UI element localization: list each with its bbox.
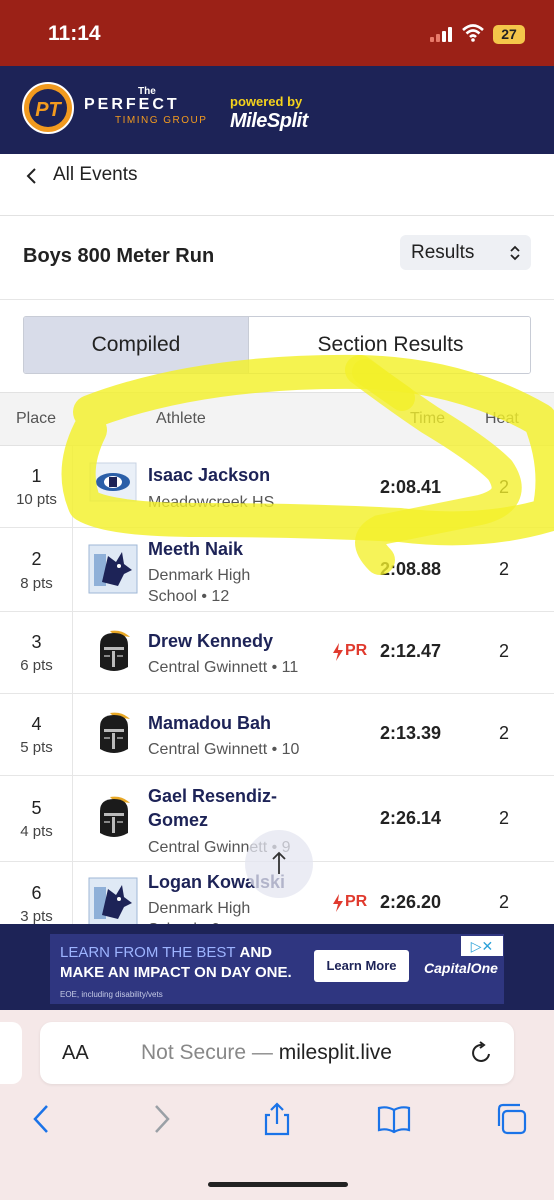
athlete-school: Denmark High — [148, 900, 251, 917]
tab-compiled[interactable]: Compiled — [24, 317, 248, 373]
points-value: 6 pts — [20, 657, 53, 674]
knight-helmet-logo-icon — [100, 712, 130, 753]
pt-logo-text: PT — [35, 99, 62, 121]
pt-logo-icon[interactable]: PT — [20, 80, 76, 136]
knight-helmet-logo-icon — [100, 630, 130, 671]
athlete-name[interactable]: Meeth Naik — [148, 537, 243, 561]
bookmarks-icon[interactable] — [377, 1102, 411, 1136]
heat-value: 2 — [499, 477, 510, 497]
battery-icon: 27 — [493, 25, 525, 44]
back-arrow-icon[interactable] — [25, 1102, 59, 1136]
points-value: 5 pts — [20, 739, 53, 756]
column-header-place[interactable]: Place — [16, 410, 56, 428]
place-cell — [0, 776, 73, 862]
column-header-heat[interactable]: Heat — [485, 410, 519, 428]
all-events-link[interactable]: All Events — [53, 164, 137, 186]
ad-subheadline: MAKE AN IMPACT ON DAY ONE. — [60, 964, 292, 981]
scroll-to-top-button[interactable] — [245, 830, 313, 898]
place-cell — [0, 612, 73, 694]
column-header-athlete[interactable]: Athlete — [156, 410, 206, 428]
share-icon[interactable] — [260, 1102, 294, 1136]
place-value: 3 — [31, 632, 42, 652]
pr-badge: PR — [345, 642, 368, 659]
place-cell — [0, 528, 73, 612]
status-time: 11:14 — [48, 22, 101, 45]
table-row[interactable] — [0, 612, 554, 694]
athlete-name[interactable]: Gael Resendiz- — [148, 784, 277, 808]
not-secure-label: Not Secure — — [141, 1041, 273, 1064]
url-display[interactable]: Not Secure — milesplit.live — [141, 1041, 392, 1065]
cell-signal-icon — [430, 26, 456, 42]
heat-value: 2 — [499, 808, 510, 828]
previous-tab-preview[interactable] — [0, 1022, 22, 1084]
denmark-husky-logo-icon — [88, 544, 138, 594]
heat-value: 2 — [499, 723, 510, 743]
table-row[interactable] — [0, 694, 554, 776]
athlete-name-cont[interactable]: Gomez — [148, 808, 208, 832]
table-row[interactable] — [0, 528, 554, 612]
table-row[interactable] — [0, 446, 554, 528]
reload-icon[interactable] — [469, 1040, 495, 1066]
heat-value: 2 — [499, 892, 510, 912]
points-value: 3 pts — [20, 908, 53, 925]
athlete-school: Central Gwinnett • 11 — [148, 659, 299, 676]
result-time: 2:26.20 — [380, 892, 442, 912]
milesplit-logo[interactable]: MileSplit — [230, 110, 308, 133]
place-value: 2 — [31, 549, 42, 569]
chevron-left-icon[interactable] — [25, 167, 39, 185]
points-value: 4 pts — [20, 823, 53, 840]
athlete-school-grade: School • 12 — [148, 588, 230, 605]
points-value: 8 pts — [20, 575, 53, 592]
athlete-name[interactable]: Drew Kennedy — [148, 629, 273, 653]
page-title: Boys 800 Meter Run — [23, 245, 215, 267]
athlete-school: Central Gwinnett • 10 — [148, 741, 300, 758]
place-cell — [0, 694, 73, 776]
brand-subtitle: TIMING GROUP — [115, 115, 208, 126]
meadowcreek-logo-icon — [89, 462, 137, 502]
lightning-icon — [333, 894, 343, 912]
ad-brand: CapitalOne — [424, 960, 498, 976]
view-select-value[interactable]: Results — [411, 242, 474, 264]
brand-name: PERFECT — [84, 96, 180, 113]
athlete-school: Meadowcreek HS — [148, 494, 275, 511]
knight-helmet-logo-icon — [100, 796, 130, 837]
heat-value: 2 — [499, 559, 510, 579]
points-value: 10 pts — [16, 491, 57, 508]
pr-badge: PR — [345, 893, 368, 910]
heat-value: 2 — [499, 641, 510, 661]
result-time: 2:26.14 — [380, 808, 442, 828]
table-header — [0, 392, 554, 446]
chevron-updown-icon[interactable] — [508, 244, 522, 262]
status-bar: 11:14 27 — [0, 0, 554, 66]
wifi-icon — [462, 24, 484, 42]
tab-section-results[interactable]: Section Results — [248, 317, 530, 373]
ad-learn-more-button[interactable]: Learn More — [314, 950, 409, 982]
lightning-icon — [333, 643, 343, 661]
athlete-school: Denmark High — [148, 567, 251, 584]
tabs-icon[interactable] — [494, 1102, 528, 1136]
url-domain: milesplit.live — [278, 1041, 392, 1064]
place-cell — [0, 446, 73, 528]
result-time: 2:13.39 — [380, 723, 442, 743]
place-value: 5 — [31, 798, 42, 818]
denmark-husky-logo-icon — [88, 877, 138, 927]
column-header-time[interactable]: Time — [410, 410, 445, 428]
place-value: 4 — [31, 714, 42, 734]
result-time: 2:08.41 — [380, 477, 442, 497]
reader-settings-button[interactable]: AA — [62, 1042, 89, 1065]
results-tabs: Compiled Section Results — [23, 316, 531, 374]
athlete-name[interactable]: Isaac Jackson — [148, 463, 270, 487]
place-value: 1 — [31, 466, 42, 486]
athlete-name[interactable]: Mamadou Bah — [148, 711, 271, 735]
ad-close-icon[interactable]: ▷✕ — [461, 936, 503, 956]
arrow-up-icon — [272, 851, 286, 874]
ad-disclaimer: EOE, including disability/vets — [60, 990, 163, 999]
home-indicator — [208, 1182, 348, 1187]
result-time: 2:12.47 — [380, 641, 442, 661]
ad-headline: LEARN FROM THE BEST AND — [60, 944, 272, 961]
powered-by-label: powered by — [230, 94, 303, 109]
result-time: 2:08.88 — [380, 559, 442, 579]
place-value: 6 — [31, 883, 42, 903]
forward-arrow-icon[interactable] — [144, 1102, 178, 1136]
